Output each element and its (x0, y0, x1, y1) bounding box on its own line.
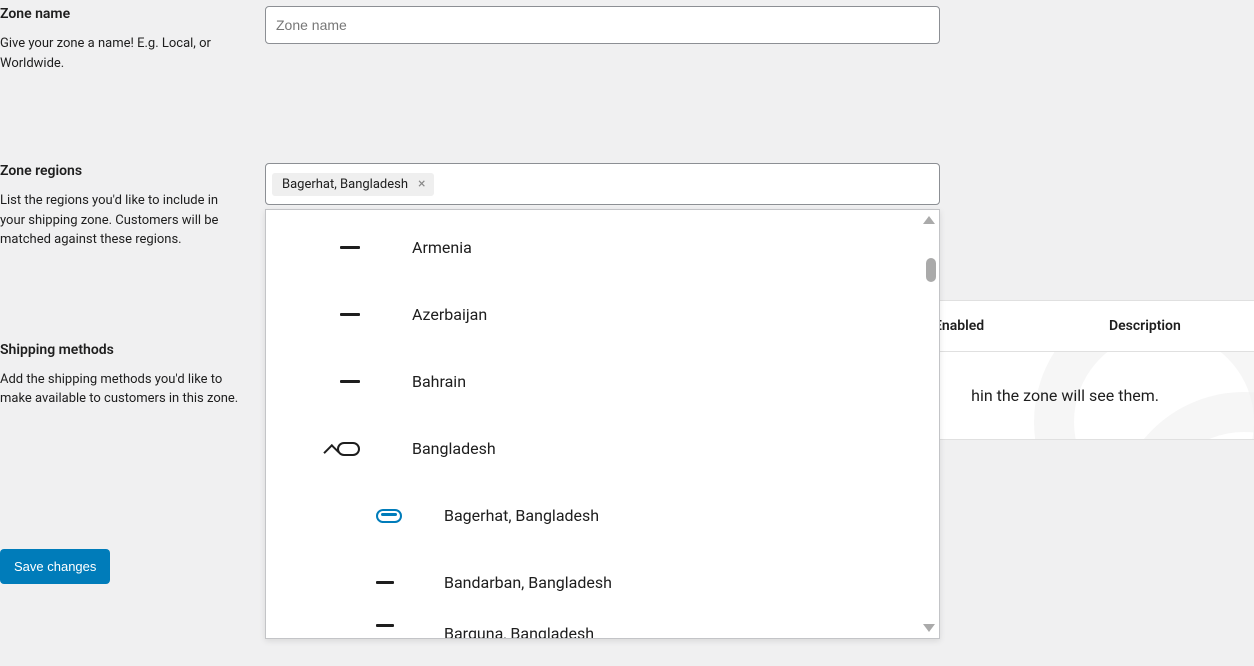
region-token[interactable]: Bagerhat, Bangladesh × (272, 173, 434, 196)
column-description: Description (1109, 318, 1254, 334)
remove-token-icon[interactable]: × (414, 177, 429, 191)
minus-icon (376, 581, 394, 584)
scroll-down-icon[interactable] (923, 624, 935, 632)
dropdown-label: Azerbaijan (412, 305, 487, 324)
dropdown-label: Barguna, Bangladesh (444, 624, 594, 638)
shipping-methods-desc: Add the shipping methods you'd like to m… (0, 370, 245, 409)
column-enabled: Enabled (934, 318, 1109, 334)
minus-icon (340, 246, 360, 249)
minus-icon (340, 380, 360, 383)
zone-name-desc: Give your zone a name! E.g. Local, or Wo… (0, 34, 245, 73)
empty-methods-message: hin the zone will see them. (971, 386, 1159, 405)
dropdown-item-bangladesh[interactable]: Bangladesh (266, 415, 939, 482)
dropdown-item-bahrain[interactable]: Bahrain (266, 348, 939, 415)
dropdown-item-barguna[interactable]: Barguna, Bangladesh (266, 616, 939, 638)
dropdown-label: Armenia (412, 238, 472, 257)
dropdown-item-bagerhat[interactable]: Bagerhat, Bangladesh (266, 482, 939, 549)
zone-regions-desc: List the regions you'd like to include i… (0, 191, 245, 250)
zone-name-title: Zone name (0, 6, 245, 22)
region-token-label: Bagerhat, Bangladesh (282, 177, 408, 192)
zone-name-input[interactable] (265, 6, 940, 44)
save-button[interactable]: Save changes (0, 549, 110, 584)
minus-icon (340, 313, 360, 316)
dropdown-label: Bagerhat, Bangladesh (444, 506, 599, 525)
minus-icon (376, 624, 394, 627)
scroll-thumb[interactable] (926, 258, 936, 282)
dropdown-item-armenia[interactable]: Armenia (266, 214, 939, 281)
dropdown-label: Bahrain (412, 372, 466, 391)
dropdown-label: Bangladesh (412, 439, 496, 458)
zone-regions-input[interactable]: Bagerhat, Bangladesh × (265, 163, 940, 205)
region-dropdown[interactable]: Armenia Azerbaijan Bahrain Bangladesh Ba… (265, 209, 940, 639)
checkbox-selected-icon[interactable] (376, 509, 402, 523)
scroll-up-icon[interactable] (923, 216, 935, 224)
dropdown-item-bandarban[interactable]: Bandarban, Bangladesh (266, 549, 939, 616)
checkbox-empty-icon[interactable] (337, 442, 360, 456)
dropdown-item-azerbaijan[interactable]: Azerbaijan (266, 281, 939, 348)
zone-regions-title: Zone regions (0, 163, 245, 179)
shipping-methods-title: Shipping methods (0, 342, 245, 358)
dropdown-label: Bandarban, Bangladesh (444, 573, 612, 592)
